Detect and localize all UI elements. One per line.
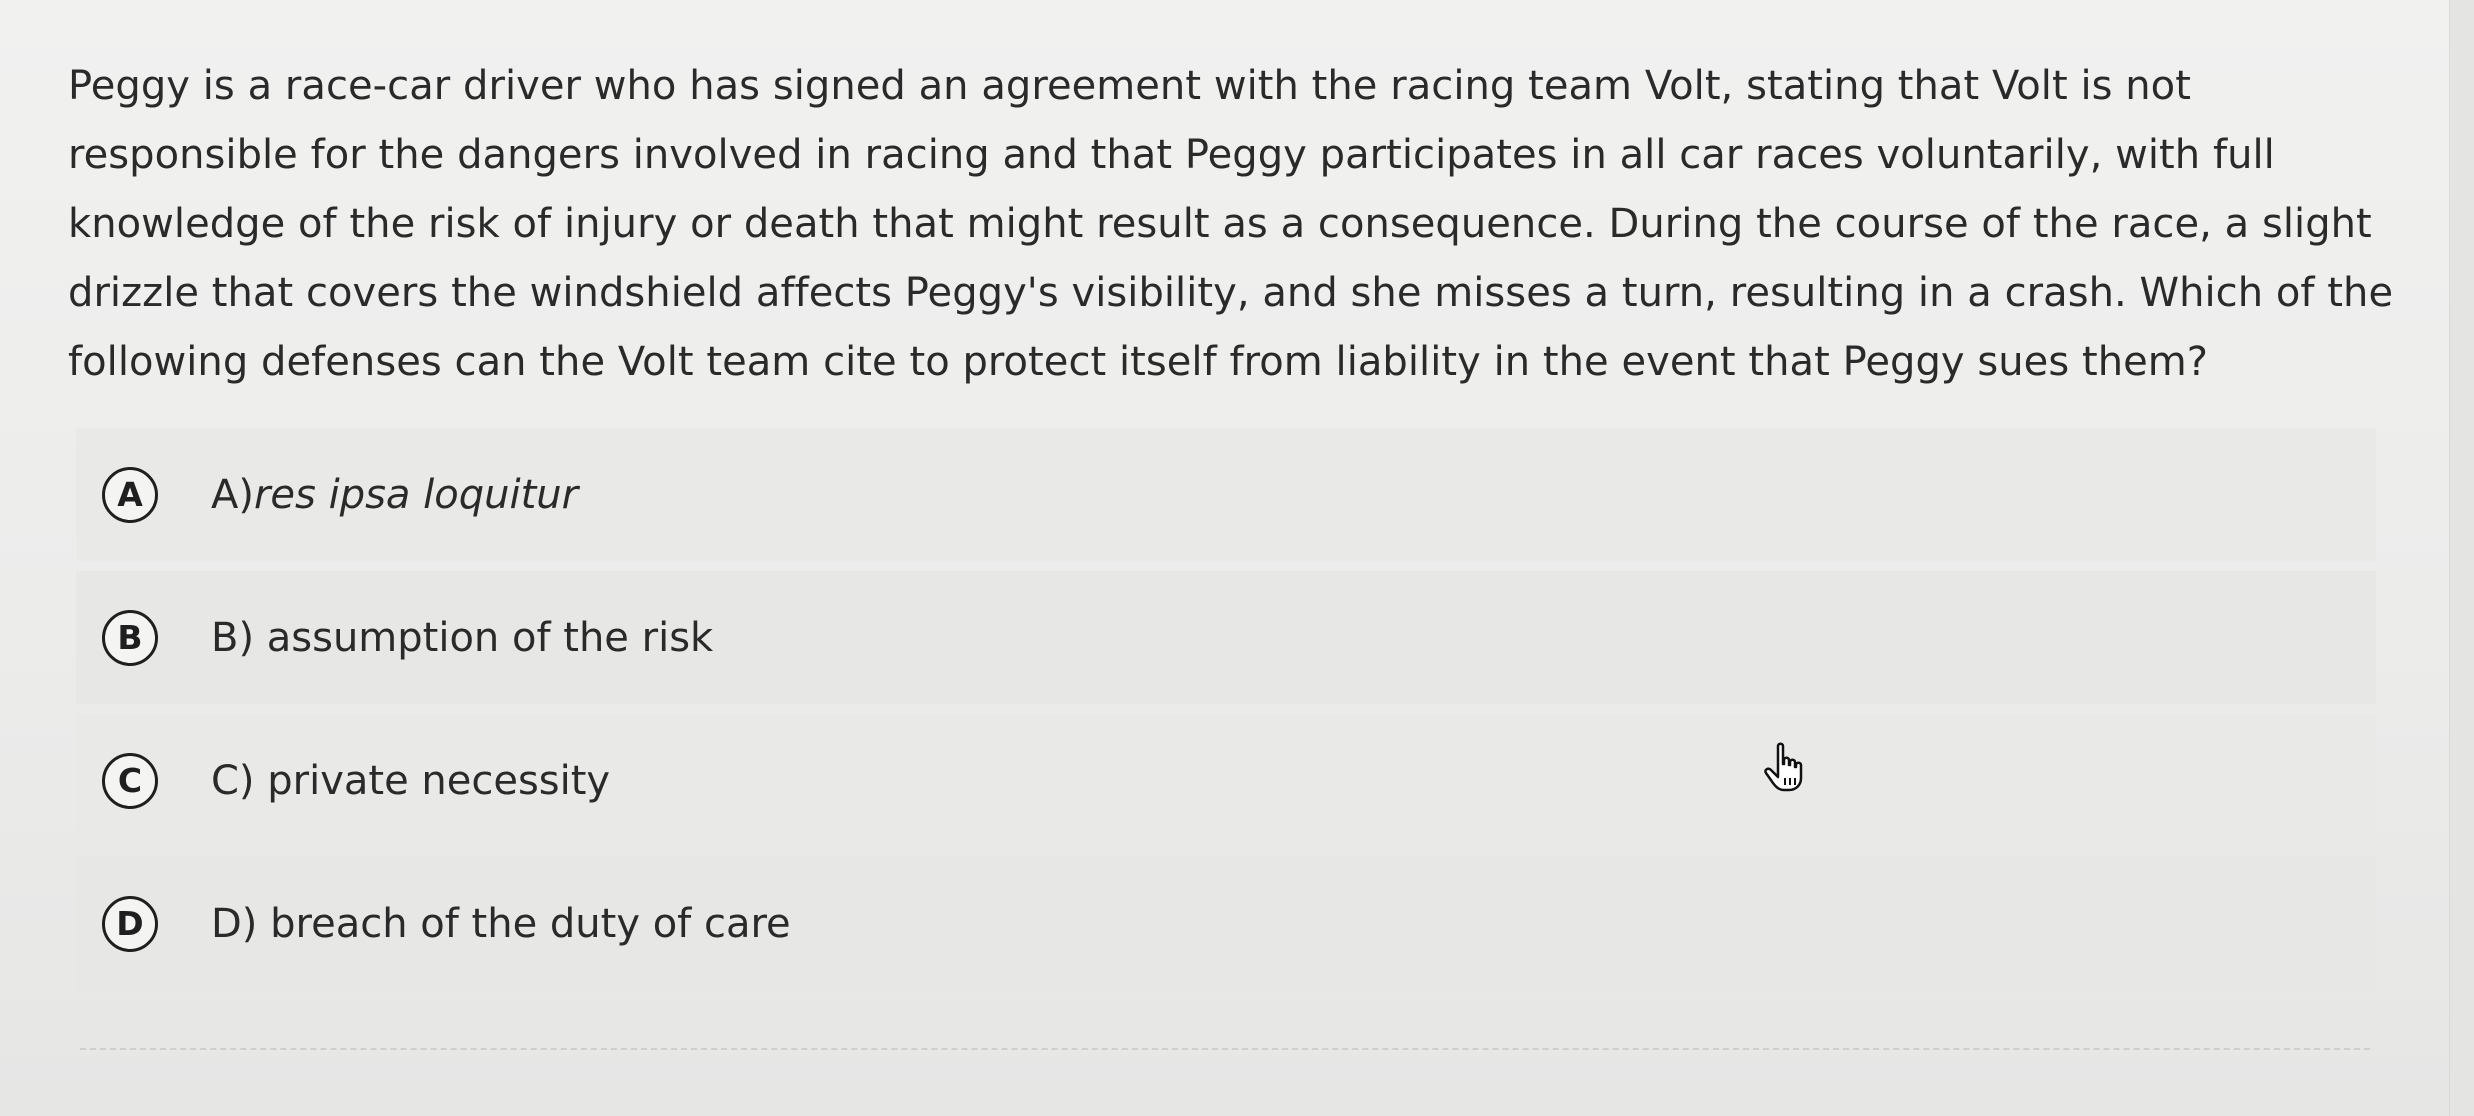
question-text: Peggy is a race-car driver who has signe…: [68, 63, 2394, 385]
option-d-label: breach of the duty of care: [270, 900, 791, 947]
option-c-prefix: C): [211, 757, 268, 804]
option-c-text: C) private necessity: [211, 758, 610, 804]
option-a[interactable]: A A)res ipsa loquitur: [76, 428, 2376, 561]
hand-pointer-icon: [1764, 742, 1803, 792]
option-b-badge: B: [102, 609, 158, 666]
option-b-text: B) assumption of the risk: [211, 615, 713, 661]
answer-options: A A)res ipsa loquitur B B) assumption of…: [76, 428, 2376, 1000]
option-b[interactable]: B B) assumption of the risk: [76, 571, 2376, 704]
option-a-badge: A: [102, 466, 158, 523]
option-a-prefix: A): [211, 471, 254, 518]
option-d-prefix: D): [211, 900, 271, 947]
option-c-badge: C: [102, 752, 158, 809]
option-d-badge: D: [102, 895, 158, 952]
option-b-prefix: B): [211, 614, 267, 661]
scrollbar[interactable]: [2449, 0, 2474, 1116]
section-divider: [80, 1048, 2370, 1050]
option-b-label: assumption of the risk: [266, 614, 714, 661]
option-a-text: A)res ipsa loquitur: [211, 472, 578, 518]
option-a-label: res ipsa loquitur: [253, 471, 579, 518]
option-d[interactable]: D D) breach of the duty of care: [76, 857, 2376, 990]
option-c[interactable]: C C) private necessity: [76, 714, 2376, 847]
option-d-text: D) breach of the duty of care: [211, 901, 791, 947]
option-c-label: private necessity: [267, 757, 611, 804]
